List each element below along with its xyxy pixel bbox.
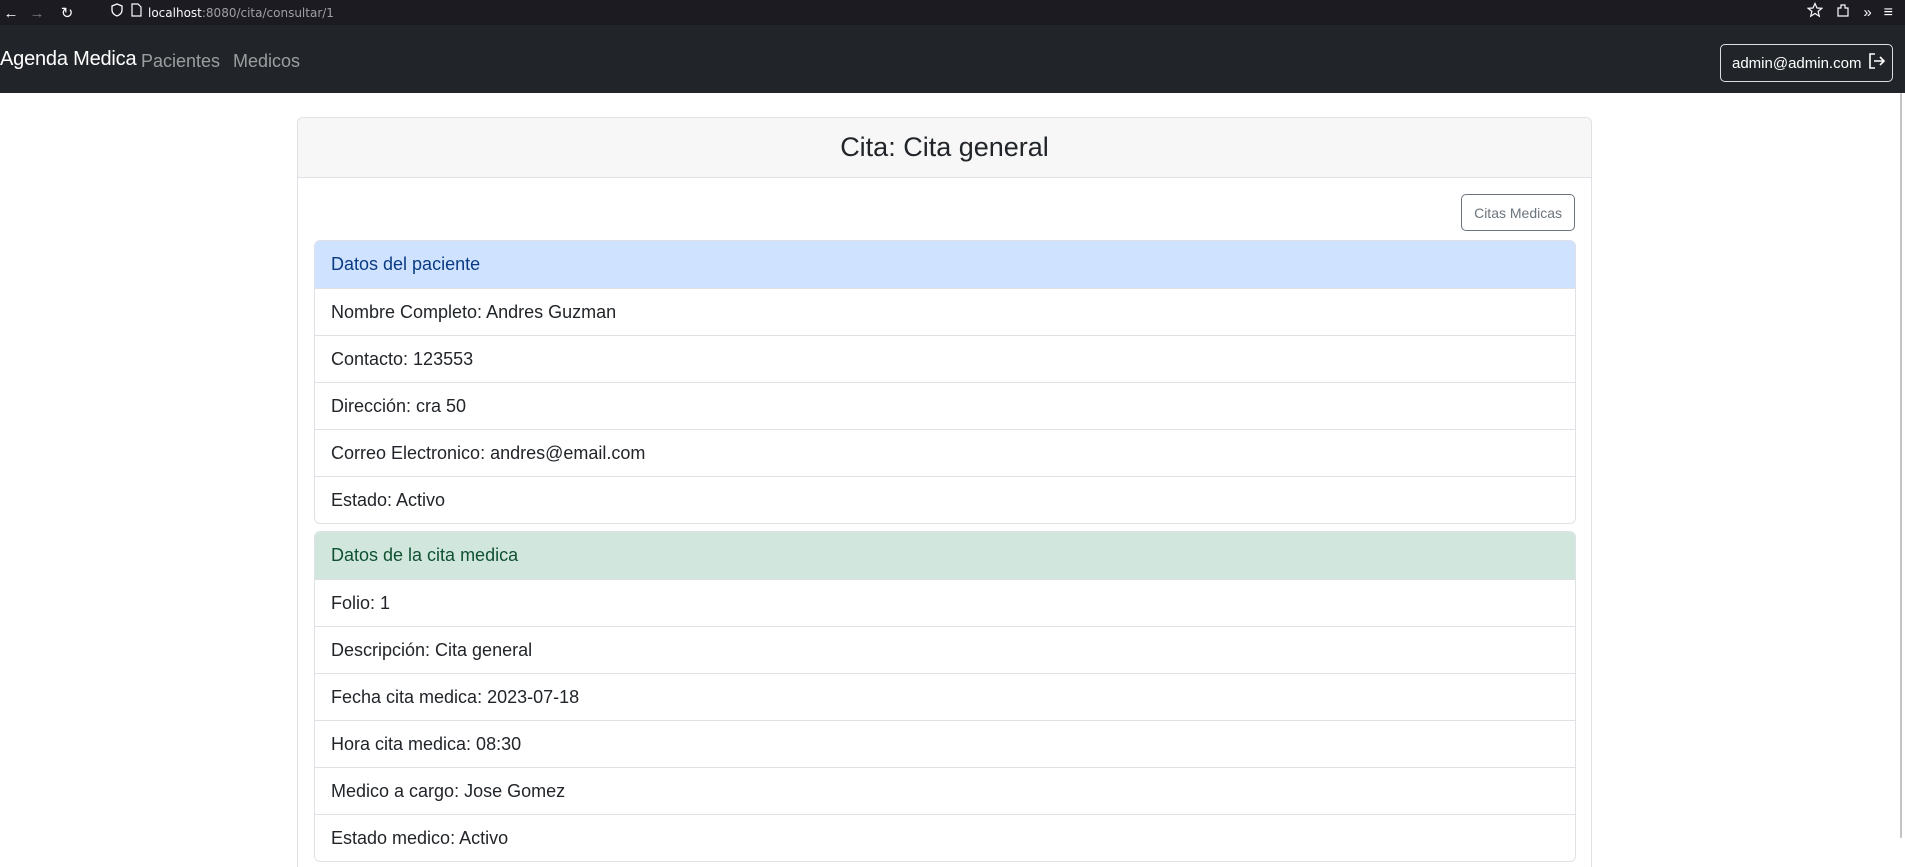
appointment-section-heading: Datos de la cita medica (315, 532, 1575, 579)
navbar-brand[interactable]: Agenda Medica (0, 48, 137, 71)
appointment-doctor: Medico a cargo: Jose Gomez (315, 767, 1575, 814)
forward-arrow-icon[interactable]: → (26, 2, 48, 24)
appointment-info-list: Datos de la cita medica Folio: 1 Descrip… (314, 531, 1576, 862)
appointment-date: Fecha cita medica: 2023-07-18 (315, 673, 1575, 720)
patient-info-list: Datos del paciente Nombre Completo: Andr… (314, 240, 1576, 524)
page-icon (130, 3, 142, 22)
page-scrollbar-thumb[interactable] (1900, 93, 1902, 838)
page-scrollbar-track (1893, 93, 1905, 867)
card-header: Cita: Cita general (298, 118, 1591, 178)
browser-toolbar: ← → ↻ localhost:8080/cita/consultar/1 » … (0, 0, 1905, 25)
address-bar[interactable]: localhost:8080/cita/consultar/1 (110, 2, 1805, 23)
shield-icon (110, 3, 124, 22)
reload-icon[interactable]: ↻ (56, 2, 78, 24)
patient-full-name: Nombre Completo: Andres Guzman (315, 288, 1575, 335)
patient-email: Correo Electronico: andres@email.com (315, 429, 1575, 476)
user-email: admin@admin.com (1732, 54, 1862, 72)
appointment-folio: Folio: 1 (315, 579, 1575, 626)
patient-address: Dirección: cra 50 (315, 382, 1575, 429)
patient-section-heading: Datos del paciente (315, 241, 1575, 288)
menu-icon[interactable]: ≡ (1884, 4, 1893, 22)
overflow-chevron-icon[interactable]: » (1863, 4, 1871, 21)
appointment-time: Hora cita medica: 08:30 (315, 720, 1575, 767)
appointment-doctor-status: Estado medico: Activo (315, 814, 1575, 861)
back-arrow-icon[interactable]: ← (0, 2, 22, 24)
patient-status: Estado: Activo (315, 476, 1575, 523)
appointment-description: Descripción: Cita general (315, 626, 1575, 673)
bookmark-star-icon[interactable] (1806, 2, 1824, 23)
page-title: Cita: Cita general (840, 132, 1049, 162)
logout-button[interactable]: admin@admin.com (1720, 44, 1893, 82)
nav-link-medicos[interactable]: Medicos (233, 51, 300, 72)
extensions-icon[interactable] (1835, 2, 1851, 23)
url-text: localhost:8080/cita/consultar/1 (148, 5, 334, 20)
patient-contact: Contacto: 123553 (315, 335, 1575, 382)
appointment-card: Cita: Cita general Citas Medicas Datos d… (297, 117, 1592, 867)
nav-link-pacientes[interactable]: Pacientes (141, 51, 220, 72)
citas-medicas-button[interactable]: Citas Medicas (1461, 194, 1575, 231)
app-navbar: Agenda Medica Pacientes Medicos admin@ad… (0, 25, 1905, 93)
logout-icon (1867, 52, 1887, 74)
